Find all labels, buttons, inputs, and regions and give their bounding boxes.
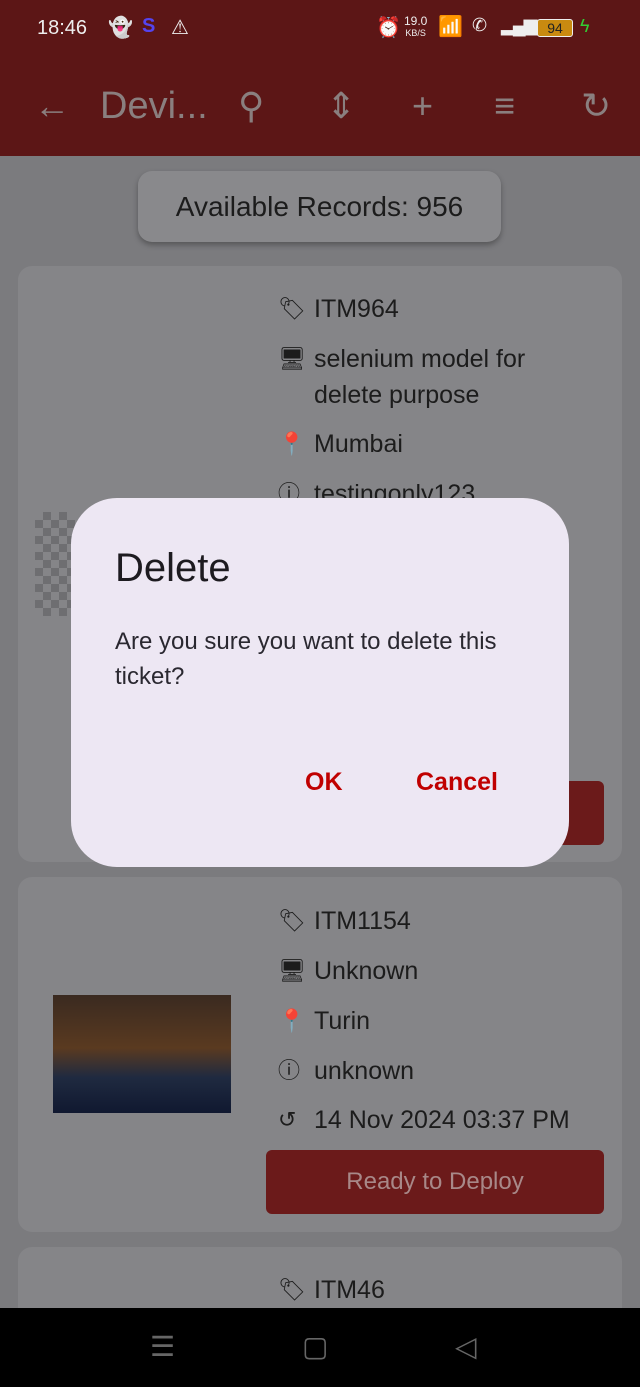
net-speed: 19.0 <box>404 14 428 28</box>
tag-icon: 🏷 <box>278 296 306 321</box>
card-model-row: 🖥 selenium model for delete purpose <box>278 341 578 413</box>
expand-vertical-icon[interactable]: ⇕ <box>326 84 356 128</box>
card-location: Turin <box>314 1007 371 1035</box>
snapchat-icon: 👻 <box>108 17 133 39</box>
home-icon[interactable]: ▢ <box>302 1330 328 1363</box>
clock: 18:46 <box>37 17 88 39</box>
location-pin-icon: 📍 <box>278 1008 306 1033</box>
tag-icon: 🏷 <box>278 1277 306 1302</box>
card-model: selenium model for delete purpose <box>314 345 526 409</box>
card-info: unknown <box>314 1057 415 1085</box>
signal-icon: ▂▄▆ <box>501 15 537 35</box>
card-date: 14 Nov 2024 03:37 PM <box>314 1106 570 1134</box>
back-icon[interactable]: ◁ <box>455 1330 477 1363</box>
card-id-row: 🏷 ITM1154 <box>278 903 411 939</box>
page-title: Devi... <box>100 85 208 127</box>
add-icon[interactable]: + <box>412 84 433 128</box>
card-date-row: ↺ 14 Nov 2024 03:37 PM <box>278 1102 570 1138</box>
card-location-row: 📍 Mumbai <box>278 426 403 462</box>
location-pin-icon: 📍 <box>278 431 306 456</box>
wifi-call-icon: ✆ <box>472 15 488 35</box>
monitor-icon: 🖥 <box>278 958 306 983</box>
system-nav-bar: ☰ ▢ ◁ <box>0 1308 640 1387</box>
tag-icon: 🏷 <box>278 908 306 933</box>
card-model: Unknown <box>314 957 419 985</box>
alarm-icon: ⏰ <box>376 17 401 39</box>
back-arrow-icon[interactable]: ← <box>34 84 70 128</box>
device-card[interactable]: 🏷 ITM1154 🖥 Unknown 📍 Turin ⓘ unknown ↺ 14 No… <box>18 877 622 1232</box>
card-location-row: 📍 Turin <box>278 1003 370 1039</box>
placeholder-image <box>35 512 75 616</box>
app-bar: ← Devi... ⚲ ⇕ + ≡ ↻ <box>0 58 640 156</box>
card-id: ITM964 <box>314 295 399 323</box>
card-model-row: 🖥 Unknown <box>278 953 418 989</box>
sort-icon[interactable]: ≡ <box>494 84 515 128</box>
refresh-icon[interactable]: ↻ <box>581 84 611 128</box>
card-id: ITM46 <box>314 1276 385 1304</box>
ok-button[interactable]: OK <box>305 768 343 797</box>
card-info-row: ⓘ unknown <box>278 1053 414 1089</box>
info-icon: ⓘ <box>278 1058 301 1083</box>
monitor-icon: 🖥 <box>278 346 306 371</box>
menu-icon[interactable]: ☰ <box>150 1330 175 1363</box>
available-records-badge: Available Records: 956 <box>138 171 501 242</box>
s-app-icon: S <box>142 15 156 37</box>
warning-icon: ⚠ <box>171 17 189 39</box>
history-icon: ↺ <box>278 1107 297 1132</box>
card-location: Mumbai <box>314 430 403 458</box>
card-id-row: 🏷 ITM964 <box>278 291 399 327</box>
cancel-button[interactable]: Cancel <box>416 768 498 797</box>
delete-dialog: Delete Are you sure you want to delete t… <box>71 498 569 867</box>
card-id-row: 🏷 ITM46 <box>278 1272 385 1308</box>
card-id: ITM1154 <box>314 907 411 935</box>
battery-level: 94 <box>537 19 573 37</box>
search-icon[interactable]: ⚲ <box>238 84 264 128</box>
device-image <box>53 995 231 1113</box>
status-bar: 18:46 👻 S ⚠ ⏰ 19.0 KB/S 📶 ✆ ▂▄▆ 94 ϟ <box>0 0 640 58</box>
dialog-message: Are you sure you want to delete this tic… <box>115 628 497 690</box>
charging-icon: ϟ <box>580 16 590 36</box>
ready-to-deploy-button[interactable]: Ready to Deploy <box>266 1150 604 1214</box>
wifi-icon: 📶 <box>438 16 463 38</box>
dialog-title: Delete <box>115 546 231 590</box>
net-unit: KB/S <box>405 28 426 38</box>
